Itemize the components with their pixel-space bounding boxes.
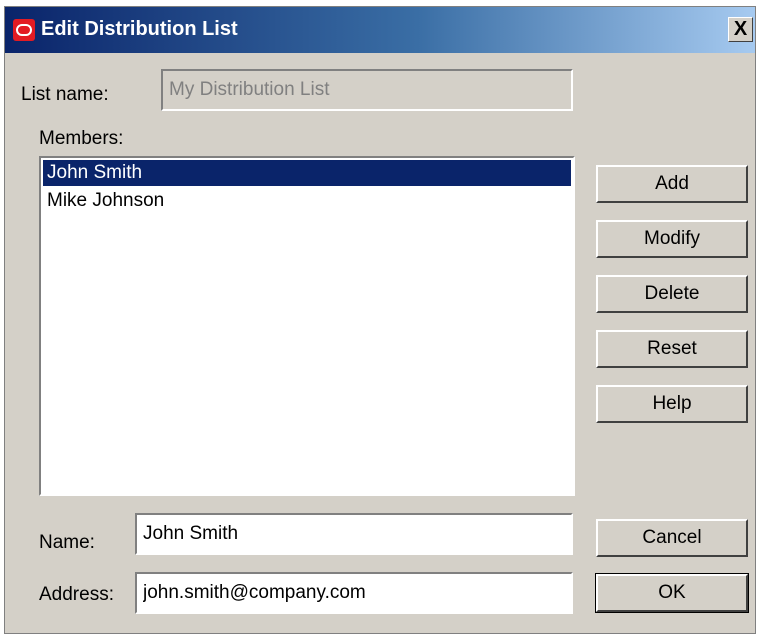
cancel-button[interactable]: Cancel [596,519,748,557]
help-button[interactable]: Help [596,385,748,423]
list-item[interactable]: John Smith [43,160,571,186]
ok-button[interactable]: OK [595,573,749,613]
reset-button[interactable]: Reset [596,330,748,368]
list-name-field [161,69,573,111]
title-bar[interactable]: Edit Distribution List X [5,7,755,53]
list-name-label: List name: [21,84,109,105]
members-label: Members: [39,128,124,149]
name-field[interactable] [135,513,573,555]
add-button[interactable]: Add [596,165,748,203]
oracle-app-icon [13,19,35,41]
modify-button[interactable]: Modify [596,220,748,258]
name-label: Name: [39,532,95,553]
address-label: Address: [39,584,114,605]
list-item[interactable]: Mike Johnson [43,188,571,214]
members-listbox[interactable]: John Smith Mike Johnson [39,156,575,496]
close-button[interactable]: X [728,17,753,42]
address-field[interactable] [135,572,573,614]
window-title: Edit Distribution List [41,18,238,40]
delete-button[interactable]: Delete [596,275,748,313]
edit-distribution-list-dialog: Edit Distribution List X List name: Memb… [4,6,756,634]
